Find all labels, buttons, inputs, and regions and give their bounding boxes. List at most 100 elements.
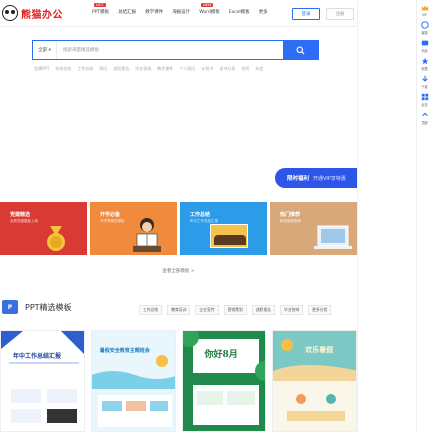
grid-icon [421,93,428,101]
search-input[interactable] [57,41,283,59]
hotword[interactable]: 年终总结 [55,66,71,72]
tab-defense[interactable]: 毕业答辩 [279,305,304,315]
nav-item-word[interactable]: NEW Word模板 [199,3,220,15]
nav-item-courseware[interactable]: 教学课件 [145,9,163,15]
search-bar: 全部 ▾ [32,40,319,60]
template-card[interactable]: 年中工作总结汇报 [0,330,85,432]
team-photo [210,224,248,248]
crown-icon [421,5,428,11]
hotword[interactable]: 合同 [241,66,249,72]
hotword[interactable]: 简历 [99,66,107,72]
card-decoration [1,331,84,423]
nav-item-more[interactable]: 更多 [259,9,268,15]
login-button[interactable]: 登录 [292,8,320,20]
sidebar-item-feedback[interactable]: 反馈 [421,93,429,107]
hotword[interactable]: 读书分享 [219,66,235,72]
hotword[interactable]: 个人简历 [179,66,195,72]
search-button[interactable] [283,41,318,59]
nav-item-summary[interactable]: 总结汇报 [118,9,136,15]
reading-kid-illustration [133,218,161,252]
nav-badge: HOT [94,3,106,7]
sidebar-item-top[interactable]: 顶部 [421,111,429,125]
tab-more-categories[interactable]: 更多分类 [308,305,332,315]
hotword[interactable]: 年会 [255,66,263,72]
hotword[interactable]: 毕业答辩 [135,66,151,72]
banner-school[interactable]: 开学必备 开学季精选模板 [90,202,177,255]
download-icon [421,75,428,82]
card-title: 暑假安全教育主题班会 [99,348,150,354]
banner-subtitle: 全新党建模板上线 [10,219,38,223]
headset-icon [420,21,429,29]
badge-illustration [47,226,65,251]
tab-report[interactable]: 述职报告 [251,305,275,315]
sidebar-item-vip[interactable]: VIP [421,4,429,17]
page-margin [357,0,416,432]
tab-corporate[interactable]: 企业宣传 [195,305,219,315]
top-navigation-bar: 熊猫办公 HOT PPT模板 总结汇报 教学课件 海报设计 NEW Word模板 E… [0,0,357,27]
view-all-templates-link[interactable]: 查看全部模板 > [0,268,357,274]
tab-work-summary[interactable]: 工作总结 [139,305,163,315]
sidebar-label: 客服 [421,31,428,35]
hotword[interactable]: 工作总结 [77,66,93,72]
sidebar-label: 收藏 [421,67,428,71]
sidebar-item-favorite[interactable]: 收藏 [421,57,429,71]
nav-item-excel[interactable]: Excel模板 [229,9,250,15]
arrow-up-icon [421,112,428,117]
banner-subtitle: 精品模板推荐 [280,219,301,223]
hot-search-words: 党建PPT 年终总结 工作总结 简历 述职报告 毕业答辩 教学课件 个人简历 计… [34,66,263,72]
sidebar-label: 下载 [421,85,428,89]
banner-work[interactable]: 工作总结 年中工作总结汇报 [180,202,267,255]
sidebar-label: 顶部 [421,121,428,125]
sidebar-label: 反馈 [421,103,428,107]
card-title: 年中工作总结汇报 [13,353,62,360]
banner-title: 党建精选 [10,212,31,218]
ppt-section-title: PPT精选模板 [25,302,72,312]
nav-item-poster[interactable]: 海报设计 [172,9,190,15]
main-nav: HOT PPT模板 总结汇报 教学课件 海报设计 NEW Word模板 Excel模… [92,3,268,15]
banner-title: 开学必备 [100,212,121,218]
banner-recommend[interactable]: 热门推荐 精品模板推荐 [270,202,357,255]
banner-title: 工作总结 [190,212,211,218]
sidebar-label: 消息 [421,49,428,53]
ppt-section-header: P PPT精选模板 [2,300,72,314]
banner-subtitle: 开学季精选模板 [100,219,125,223]
vip-promo-pill[interactable]: 限时福利 开通VIP享特惠 [275,168,357,188]
nav-item-label: PPT模板 [92,10,110,15]
site-logo[interactable]: 熊猫办公 [2,5,63,21]
sidebar-label: VIP [421,13,428,17]
card-title: 欢乐暑假 [305,346,334,354]
template-card[interactable]: 欢乐暑假 [272,330,357,432]
hotword[interactable]: 党建PPT [34,66,49,72]
right-sidebar: VIP 客服 消息 收藏 下载 反馈 顶部 [416,0,432,432]
message-icon [421,40,428,46]
tab-education[interactable]: 教育培训 [167,305,191,315]
template-card-grid: 年中工作总结汇报 暑假安全教育主题班会 你好8月 欢乐暑假 [0,330,357,432]
promo-title: 限时福利 [287,176,310,182]
nav-item-label: Word模板 [199,10,220,15]
ppt-category-tabs: 工作总结 教育培训 企业宣传 营销策划 述职报告 毕业答辩 更多分类 [139,305,332,315]
search-category-select[interactable]: 全部 ▾ [33,41,57,59]
sidebar-item-service[interactable]: 客服 [420,21,429,35]
sidebar-item-message[interactable]: 消息 [421,39,429,53]
category-banners: 党建精选 全新党建模板上线 开学必备 开学季精选模板 工作总结 年中工作总结汇报 [0,202,357,255]
nav-badge: NEW [201,3,214,7]
star-icon [421,57,428,65]
laptop-illustration [314,225,352,249]
ppt-icon: P [2,300,18,314]
panda-logo-icon [2,5,18,21]
hotword[interactable]: 教学课件 [157,66,173,72]
search-icon [296,45,305,55]
banner-title: 热门推荐 [280,212,301,218]
banner-party[interactable]: 党建精选 全新党建模板上线 [0,202,87,255]
template-card[interactable]: 你好8月 [181,330,267,432]
card-title: 你好8月 [204,350,238,360]
register-button[interactable]: 注册 [326,8,354,20]
tab-marketing[interactable]: 营销策划 [223,305,247,315]
hotword[interactable]: 述职报告 [113,66,129,72]
template-card[interactable]: 暑假安全教育主题班会 [90,330,176,432]
nav-item-ppt[interactable]: HOT PPT模板 [92,3,110,15]
hotword[interactable]: 计划书 [201,66,213,72]
promo-subtitle: 开通VIP享特惠 [313,175,346,182]
sidebar-item-download[interactable]: 下载 [421,75,429,89]
brand-name: 熊猫办公 [21,9,63,21]
